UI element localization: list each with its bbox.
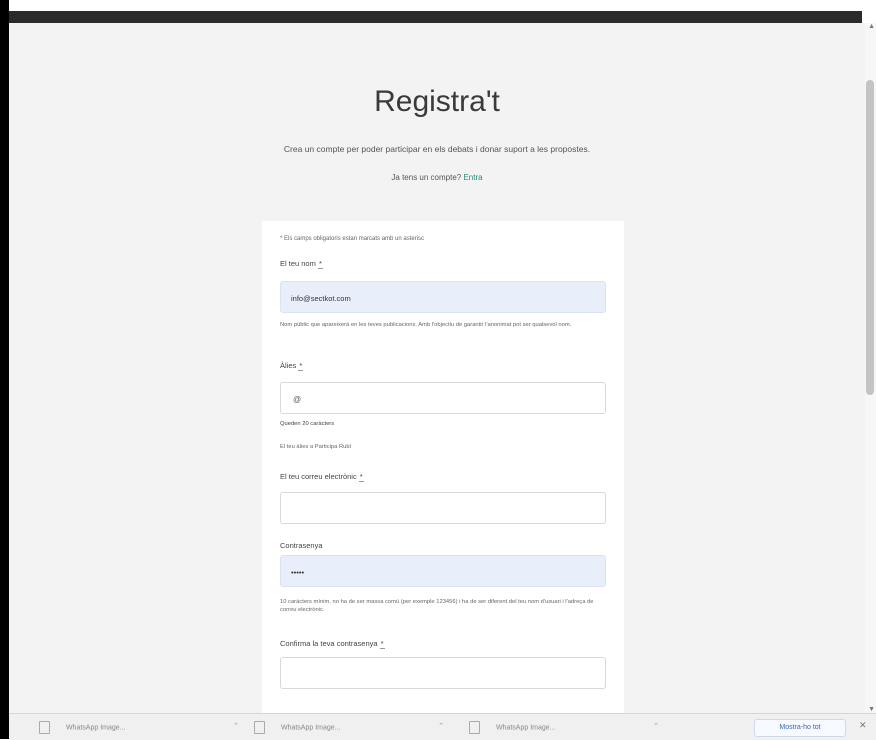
name-input[interactable]: info@sectkot.com [280, 281, 606, 313]
chevron-up-icon[interactable]: ⌃ [233, 722, 239, 730]
email-label: El teu correu electrònic * [280, 472, 606, 482]
required-mark: * [298, 361, 304, 371]
vertical-scrollbar[interactable]: ▲ ▼ [865, 23, 876, 713]
page-content[interactable]: Registra't Crea un compte per poder part… [9, 23, 865, 713]
scrollbar-thumb[interactable] [866, 80, 874, 395]
alias-input[interactable]: @ [280, 382, 606, 414]
alias-chars-left: Queden 20 caràcters [280, 421, 335, 427]
name-label: El teu nom * [280, 259, 606, 269]
download-item-label: WhatsApp Image... [495, 724, 556, 732]
scroll-up-arrow-icon[interactable]: ▲ [868, 23, 875, 30]
name-help: Nom públic que apareixerà en les teves p… [280, 322, 572, 328]
download-bar: WhatsApp Image... ⌃ WhatsApp Image... ⌃ … [9, 713, 876, 740]
required-mark: * [358, 472, 364, 482]
file-icon [469, 721, 480, 734]
email-input[interactable] [280, 492, 606, 524]
password-label: Contrasenya [280, 541, 323, 550]
name-label-text: El teu nom [280, 259, 316, 268]
chevron-up-icon[interactable]: ⌃ [438, 722, 444, 730]
download-item[interactable]: WhatsApp Image... ⌃ [39, 721, 239, 737]
password-help: 10 caràcters mínim, no ha de ser massa c… [280, 599, 594, 613]
signin-prompt-text: Ja tens un compte? [391, 173, 462, 182]
email-label-text: El teu correu electrònic [280, 472, 357, 481]
password-confirm-label-text: Confirma la teva contrasenya [280, 639, 378, 648]
download-item[interactable]: WhatsApp Image... ⌃ [254, 721, 444, 737]
signin-link[interactable]: Entra [463, 173, 482, 182]
password-input[interactable]: ••••• [280, 555, 606, 587]
browser-top-bar [9, 11, 862, 23]
password-input-value: ••••• [291, 568, 305, 577]
password-confirm-input[interactable] [280, 657, 606, 689]
alias-label: Àlies * [280, 361, 606, 371]
signin-prompt: Ja tens un compte? Entra [9, 173, 865, 182]
registration-form: * Els camps obligatoris estan marcats am… [262, 221, 624, 713]
chevron-up-icon[interactable]: ⌃ [653, 722, 659, 730]
required-fields-note: * Els camps obligatoris estan marcats am… [280, 236, 425, 242]
scroll-down-arrow-icon[interactable]: ▼ [868, 706, 875, 713]
show-all-downloads-button[interactable]: Mostra-ho tot [754, 719, 846, 737]
alias-prefix: @ [293, 395, 302, 404]
page-title: Registra't [374, 85, 500, 118]
name-input-value: info@sectkot.com [291, 294, 351, 303]
password-confirm-label: Confirma la teva contrasenya * [280, 639, 606, 649]
download-item[interactable]: WhatsApp Image... ⌃ [469, 721, 659, 737]
alias-help: El teu àlies a Participa Rubí [280, 444, 352, 450]
alias-label-text: Àlies [280, 361, 297, 370]
close-icon[interactable]: ✕ [859, 720, 867, 731]
required-mark: * [379, 639, 385, 649]
file-icon [39, 721, 50, 734]
page-subtitle: Crea un compte per poder participar en e… [283, 144, 591, 154]
screen-edge [0, 0, 9, 739]
download-item-label: WhatsApp Image... [65, 724, 126, 732]
file-icon [254, 721, 265, 734]
download-item-label: WhatsApp Image... [280, 724, 341, 732]
required-mark: * [317, 259, 323, 269]
